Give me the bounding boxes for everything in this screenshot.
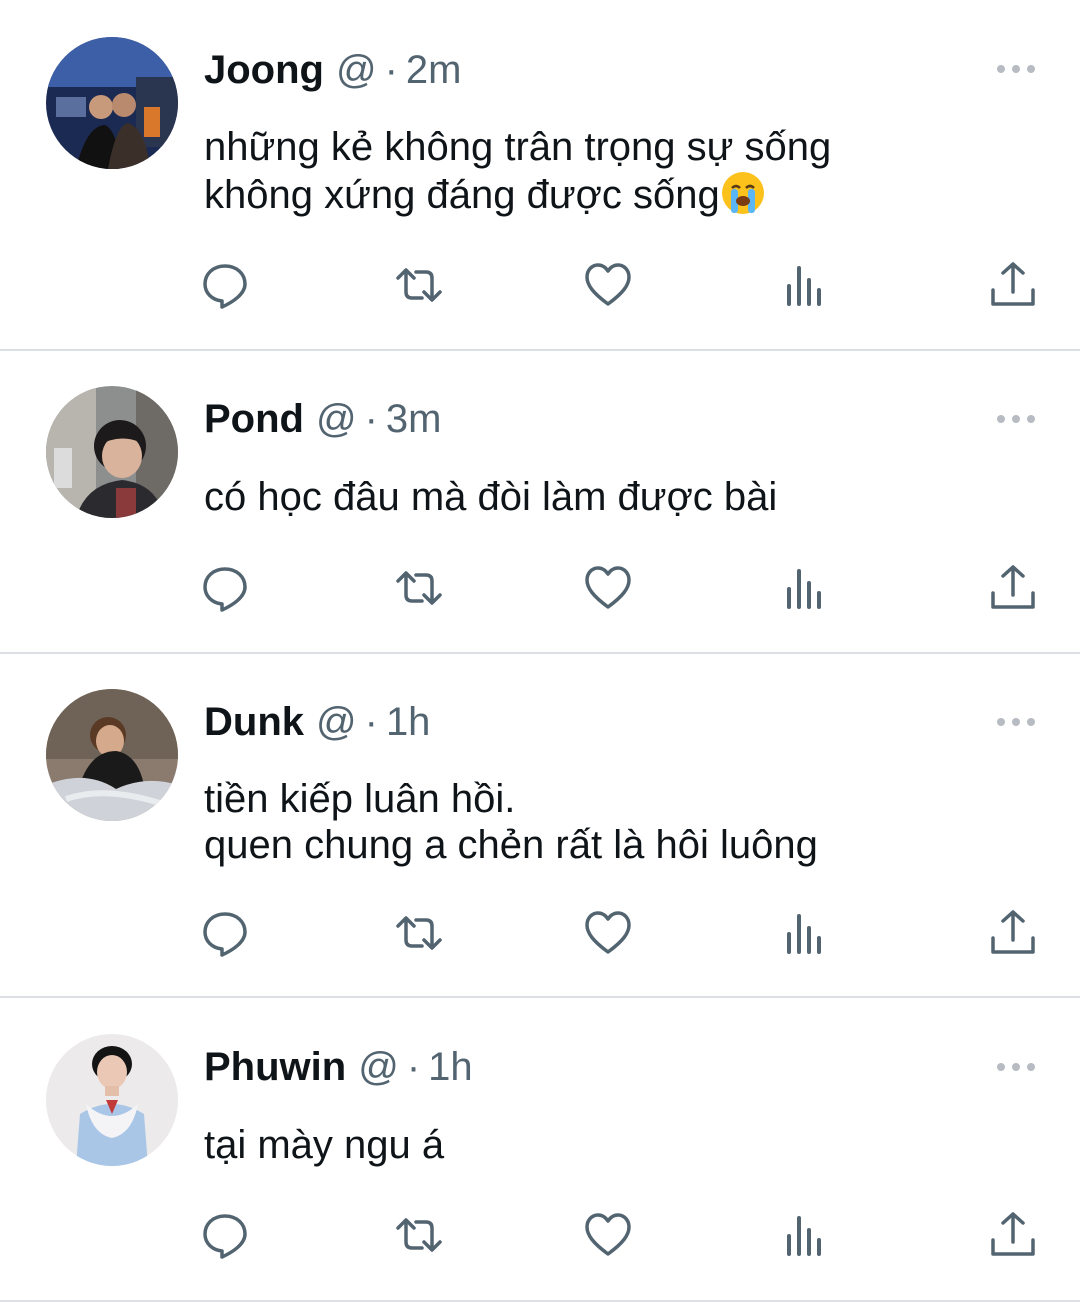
- reply-button[interactable]: [200, 1210, 250, 1260]
- views-icon: [787, 569, 821, 609]
- tweet-feed: Joong @ · 2m những kẻ không trân trọng sự s…: [0, 0, 1080, 1302]
- like-icon: [585, 566, 631, 609]
- tweet-actions: [0, 563, 1080, 613]
- reply-button[interactable]: [200, 563, 250, 613]
- views-button[interactable]: [779, 260, 829, 310]
- tweet-text: những kẻ không trân trọng sự sống không …: [204, 124, 831, 218]
- share-button[interactable]: [988, 1210, 1038, 1260]
- tweet-header: Joong @ · 2m: [204, 48, 462, 92]
- tweet-header: Pond @ · 3m: [204, 397, 442, 441]
- retweet-icon: [396, 268, 442, 302]
- timestamp[interactable]: 3m: [386, 397, 442, 441]
- tweet-actions: [0, 908, 1080, 958]
- like-icon: [585, 911, 631, 954]
- display-name[interactable]: Pond: [204, 397, 304, 441]
- retweet-button[interactable]: [394, 1210, 444, 1260]
- display-name[interactable]: Phuwin: [204, 1045, 346, 1089]
- reply-icon: [203, 1214, 247, 1259]
- tweet-text-content: tại mày ngu á: [204, 1123, 445, 1167]
- retweet-icon: [396, 916, 442, 950]
- tweet[interactable]: Joong @ · 2m những kẻ không trân trọng sự s…: [0, 0, 1080, 351]
- display-name[interactable]: Dunk: [204, 700, 304, 744]
- retweet-button[interactable]: [394, 260, 444, 310]
- share-icon: [991, 910, 1035, 954]
- avatar[interactable]: [46, 1034, 178, 1166]
- tweet-text: tại mày ngu á: [204, 1122, 444, 1168]
- timestamp[interactable]: 2m: [406, 48, 462, 92]
- username-handle[interactable]: @: [336, 48, 377, 92]
- avatar[interactable]: [46, 37, 178, 169]
- tweet-text: tiền kiếp luân hồi. quen chung a chẻn rấ…: [204, 776, 818, 868]
- reply-button[interactable]: [200, 260, 250, 310]
- share-icon: [991, 565, 1035, 609]
- share-button[interactable]: [988, 260, 1038, 310]
- tweet-header: Dunk @ · 1h: [204, 700, 430, 744]
- views-icon: [787, 914, 821, 954]
- tweet-text-content: có học đâu mà đòi làm được bài: [204, 475, 778, 519]
- like-button[interactable]: [583, 908, 633, 958]
- views-icon: [787, 1216, 821, 1256]
- retweet-icon: [396, 1218, 442, 1252]
- retweet-icon: [396, 571, 442, 605]
- separator-dot: ·: [384, 48, 398, 92]
- timestamp[interactable]: 1h: [386, 700, 431, 744]
- views-button[interactable]: [779, 908, 829, 958]
- share-button[interactable]: [988, 563, 1038, 613]
- share-icon: [991, 1212, 1035, 1256]
- more-options-icon[interactable]: [996, 413, 1036, 425]
- more-options-icon[interactable]: [996, 63, 1036, 75]
- more-options-icon[interactable]: [996, 716, 1036, 728]
- username-handle[interactable]: @: [316, 397, 357, 441]
- reply-icon: [203, 567, 247, 612]
- reply-button[interactable]: [200, 908, 250, 958]
- retweet-button[interactable]: [394, 908, 444, 958]
- tweet-header: Phuwin @ · 1h: [204, 1045, 473, 1089]
- like-button[interactable]: [583, 260, 633, 310]
- reply-icon: [203, 912, 247, 957]
- retweet-button[interactable]: [394, 563, 444, 613]
- more-options-icon[interactable]: [996, 1061, 1036, 1073]
- separator-dot: ·: [406, 1045, 421, 1089]
- like-icon: [585, 1213, 631, 1256]
- views-button[interactable]: [779, 563, 829, 613]
- username-handle[interactable]: @: [358, 1045, 399, 1089]
- separator-dot: ·: [364, 397, 378, 441]
- tweet[interactable]: Dunk @ · 1h tiền kiếp luân hồi. quen chung …: [0, 654, 1080, 998]
- like-button[interactable]: [583, 563, 633, 613]
- reply-icon: [203, 264, 247, 309]
- share-button[interactable]: [988, 908, 1038, 958]
- tweet[interactable]: Phuwin @ · 1h tại mày ngu á: [0, 998, 1080, 1302]
- views-button[interactable]: [779, 1210, 829, 1260]
- like-button[interactable]: [583, 1210, 633, 1260]
- tweet-actions: [0, 260, 1080, 310]
- tweet-actions: [0, 1210, 1080, 1260]
- like-icon: [585, 263, 631, 306]
- avatar[interactable]: [46, 386, 178, 518]
- display-name[interactable]: Joong: [204, 48, 324, 92]
- tweet-text-content: tiền kiếp luân hồi. quen chung a chẻn rấ…: [204, 777, 818, 867]
- username-handle[interactable]: @: [316, 700, 357, 744]
- timestamp[interactable]: 1h: [428, 1045, 473, 1089]
- tweet[interactable]: Pond @ · 3m có học đâu mà đòi làm được bài: [0, 351, 1080, 654]
- loudly-crying-face-emoji: [721, 172, 764, 214]
- avatar[interactable]: [46, 689, 178, 821]
- share-icon: [991, 262, 1035, 306]
- separator-dot: ·: [364, 700, 378, 744]
- views-icon: [787, 266, 821, 306]
- tweet-text: có học đâu mà đòi làm được bài: [204, 474, 777, 520]
